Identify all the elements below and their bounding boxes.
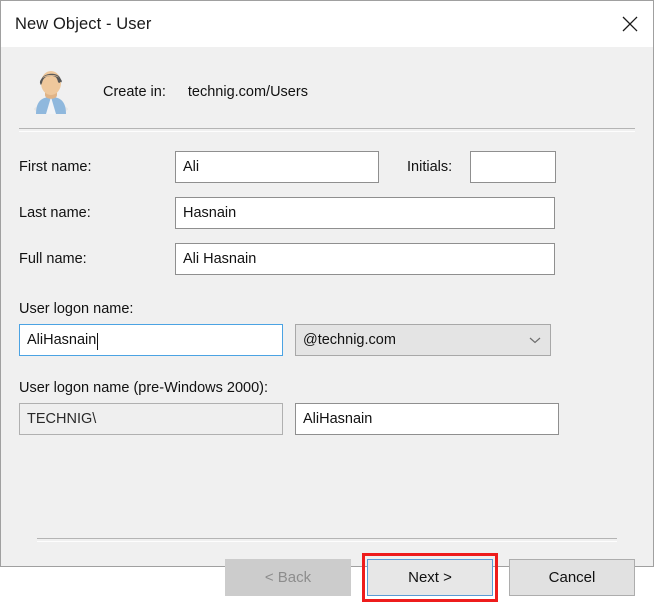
full-name-row: Full name: Ali Hasnain [19, 243, 635, 275]
close-icon [622, 16, 638, 32]
user-logon-name-row: AliHasnain @technig.com [19, 324, 635, 356]
last-name-row: Last name: Hasnain [19, 197, 635, 229]
back-button: < Back [225, 559, 351, 596]
first-name-input[interactable]: Ali [175, 151, 379, 183]
footer-divider [37, 538, 617, 542]
user-logon-name-value: AliHasnain [27, 332, 97, 348]
dialog-body: Create in: technig.com/Users First name:… [1, 47, 653, 602]
title-bar: New Object - User [1, 1, 653, 47]
header-divider [19, 128, 635, 132]
text-caret [97, 332, 99, 350]
new-object-user-dialog: New Object - User Create in: technig.com… [0, 0, 654, 602]
form-area: First name: Ali Initials: Last name: Has… [1, 151, 653, 435]
chevron-down-icon [529, 332, 541, 348]
pre-windows-2000-label: User logon name (pre-Windows 2000): [19, 380, 269, 396]
full-name-label: Full name: [19, 251, 87, 267]
user-logon-name-label: User logon name: [19, 301, 134, 317]
dialog-footer: < Back Next > Cancel [1, 553, 653, 602]
pre-windows-2000-row: TECHNIG\ AliHasnain [19, 403, 635, 435]
last-name-input[interactable]: Hasnain [175, 197, 555, 229]
upn-suffix-value: @technig.com [303, 332, 396, 348]
user-avatar-icon [27, 64, 75, 114]
upn-suffix-dropdown[interactable]: @technig.com [295, 324, 551, 356]
initials-label: Initials: [407, 159, 453, 175]
close-button[interactable] [607, 2, 653, 47]
create-in-row: Create in: technig.com/Users [1, 47, 653, 114]
next-button[interactable]: Next > [367, 559, 493, 596]
sam-account-name-input[interactable]: AliHasnain [295, 403, 559, 435]
full-name-input[interactable]: Ali Hasnain [175, 243, 555, 275]
first-name-label: First name: [19, 159, 92, 175]
netbios-domain-input: TECHNIG\ [19, 403, 283, 435]
first-name-row: First name: Ali Initials: [19, 151, 635, 183]
create-in-label: Create in: [103, 84, 166, 100]
last-name-label: Last name: [19, 205, 91, 221]
initials-input[interactable] [470, 151, 557, 183]
create-in-value: technig.com/Users [187, 84, 308, 100]
next-button-wrapper: Next > [362, 553, 498, 602]
user-logon-name-input[interactable]: AliHasnain [19, 324, 283, 356]
cancel-button[interactable]: Cancel [509, 559, 635, 596]
window-title: New Object - User [15, 14, 152, 33]
